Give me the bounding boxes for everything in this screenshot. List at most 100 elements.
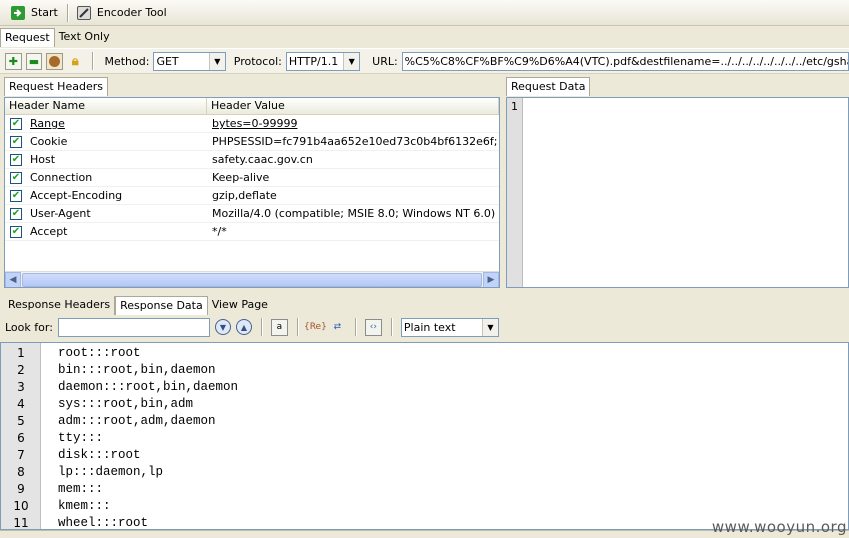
tab-request-headers[interactable]: Request Headers: [4, 77, 108, 96]
scroll-left-icon[interactable]: ◀: [5, 271, 21, 287]
editor-line: 9 mem:::: [1, 480, 848, 497]
add-header-button[interactable]: ✚: [5, 52, 22, 70]
header-value-cell: gzip,deflate: [212, 189, 277, 202]
find-next-button[interactable]: ▼: [214, 319, 231, 335]
watermark: www.wooyun.org: [711, 518, 847, 536]
view-mode-select[interactable]: Plain text ▼: [400, 317, 499, 337]
line-number: 10: [13, 498, 29, 513]
request-data-editor[interactable]: 1: [506, 97, 849, 288]
header-enabled-checkbox[interactable]: ✔: [10, 117, 22, 130]
match-case-button[interactable]: a: [270, 318, 288, 336]
chevron-down-icon: ▼: [481, 318, 498, 336]
tab-response-data[interactable]: Response Data: [115, 296, 208, 315]
response-data-editor[interactable]: 1 root:::root 2 bin:::root,bin,daemon 3 daemo…: [0, 342, 849, 530]
editor-line: 1 root:::root: [1, 344, 848, 361]
tab-response-headers[interactable]: Response Headers: [4, 296, 116, 315]
chevron-down-icon: ▼: [208, 52, 225, 70]
code-icon: ‹›: [369, 322, 377, 332]
editor-line: 10 kmem:::: [1, 497, 848, 514]
toolbar-separator: [296, 318, 298, 336]
line-number: 6: [17, 430, 25, 445]
header-value-cell: PHPSESSID=fc791b4aa652e10ed73c0b4bf6132e…: [212, 135, 499, 148]
header-name-cell: Connection: [30, 171, 93, 184]
cookie-button[interactable]: [46, 52, 63, 70]
headers-grid: Header Name Header Value ✔ Range bytes=0-9…: [4, 97, 500, 288]
column-header-value[interactable]: Header Value: [207, 98, 499, 114]
scroll-right-icon[interactable]: ▶: [483, 271, 499, 287]
request-data-tabs: Request Data: [506, 77, 849, 96]
header-row[interactable]: ✔ Accept-Encoding gzip,deflate: [5, 187, 499, 205]
header-name-cell: Host: [30, 153, 56, 166]
editor-line: 4 sys:::root,bin,adm: [1, 395, 848, 412]
lock-icon: 🔒︎: [71, 53, 79, 69]
line-number: 2: [17, 362, 25, 377]
lock-button[interactable]: 🔒︎: [67, 53, 84, 70]
protocol-select[interactable]: HTTP/1.1 ▼: [285, 51, 361, 71]
line-number: 1: [507, 98, 523, 287]
find-bar: Look for: ▼ ▲ a {Re} ⇄ ‹› Plain text ▼: [0, 315, 849, 339]
header-name-cell: Range: [30, 117, 65, 130]
request-data-panel: Request Data 1: [506, 77, 849, 289]
header-row[interactable]: ✔ Cookie PHPSESSID=fc791b4aa652e10ed73c0b4…: [5, 133, 499, 151]
header-enabled-checkbox[interactable]: ✔: [10, 153, 22, 166]
line-text: mem:::: [58, 481, 104, 496]
header-row[interactable]: ✔ Connection Keep-alive: [5, 169, 499, 187]
arrow-up-icon: ▲: [240, 322, 247, 332]
encoder-tool-label: Encoder Tool: [96, 6, 167, 19]
request-headers-tabs: Request Headers: [4, 77, 500, 96]
tab-view-page[interactable]: View Page: [208, 296, 272, 315]
method-value: GET: [156, 54, 179, 68]
horizontal-scrollbar[interactable]: ◀ ▶: [5, 271, 499, 287]
line-number: 4: [17, 396, 25, 411]
header-row[interactable]: ✔ User-Agent Mozilla/4.0 (compatible; MSIE…: [5, 205, 499, 223]
line-text: disk:::root: [58, 447, 141, 462]
wrap-button[interactable]: ‹›: [364, 318, 382, 336]
regex-button[interactable]: {Re}: [303, 319, 327, 336]
toolbar-separator: [91, 52, 93, 70]
remove-header-button[interactable]: ▬: [25, 52, 43, 70]
start-button[interactable]: Start: [6, 2, 63, 24]
plus-icon: ✚: [8, 54, 18, 68]
line-number: 9: [17, 481, 25, 496]
url-input[interactable]: %C5%C8%CF%BF%C9%D6%A4(VTC).pdf&destfilen…: [401, 51, 849, 71]
header-name-cell: Cookie: [30, 135, 68, 148]
column-header-name[interactable]: Header Name: [5, 98, 207, 114]
header-row[interactable]: ✔ Host safety.caac.gov.cn: [5, 151, 499, 169]
header-enabled-checkbox[interactable]: ✔: [10, 189, 22, 202]
highlight-button[interactable]: ⇄: [329, 319, 346, 336]
tab-text-only[interactable]: Text Only: [55, 28, 114, 47]
method-select[interactable]: GET ▼: [153, 51, 226, 71]
editor-line: 6 tty:::: [1, 429, 848, 446]
request-headers-panel: Request Headers Header Name Header Value…: [4, 77, 500, 289]
header-name-cell: Accept: [30, 225, 68, 238]
editor-line: 5 adm:::root,adm,daemon: [1, 412, 848, 429]
header-row[interactable]: ✔ Range bytes=0-99999: [5, 115, 499, 133]
editor-line: 7 disk:::root: [1, 446, 848, 463]
editor-line: 3 daemon:::root,bin,daemon: [1, 378, 848, 395]
toolbar-separator: [66, 3, 68, 22]
line-text: adm:::root,adm,daemon: [58, 413, 216, 428]
scroll-thumb[interactable]: [22, 272, 482, 287]
tab-request-data[interactable]: Request Data: [506, 77, 591, 96]
header-row[interactable]: ✔ Accept */*: [5, 223, 499, 241]
match-case-icon: a: [276, 322, 283, 332]
header-enabled-checkbox[interactable]: ✔: [10, 135, 22, 148]
header-value-cell: bytes=0-99999: [212, 117, 298, 130]
header-enabled-checkbox[interactable]: ✔: [10, 207, 22, 220]
tab-request[interactable]: Request: [0, 28, 55, 47]
toolbar-separator: [390, 318, 392, 336]
header-enabled-checkbox[interactable]: ✔: [10, 225, 22, 238]
request-view-tabs: Request Text Only: [0, 28, 114, 47]
encoder-tool-button[interactable]: Encoder Tool: [72, 2, 172, 24]
header-name-cell: User-Agent: [30, 207, 91, 220]
find-previous-button[interactable]: ▲: [235, 319, 252, 335]
line-number: 1: [17, 345, 25, 360]
header-enabled-checkbox[interactable]: ✔: [10, 171, 22, 184]
main-toolbar: Start Encoder Tool: [0, 0, 849, 26]
request-bar: ✚ ▬ 🔒︎ Method: GET ▼ Protocol: HTTP/1.1 …: [0, 48, 849, 74]
line-text: kmem:::: [58, 498, 111, 513]
look-for-input[interactable]: [57, 317, 210, 337]
start-arrow-icon: [11, 5, 25, 20]
regex-icon: {Re}: [303, 322, 327, 332]
protocol-label: Protocol:: [233, 54, 282, 68]
